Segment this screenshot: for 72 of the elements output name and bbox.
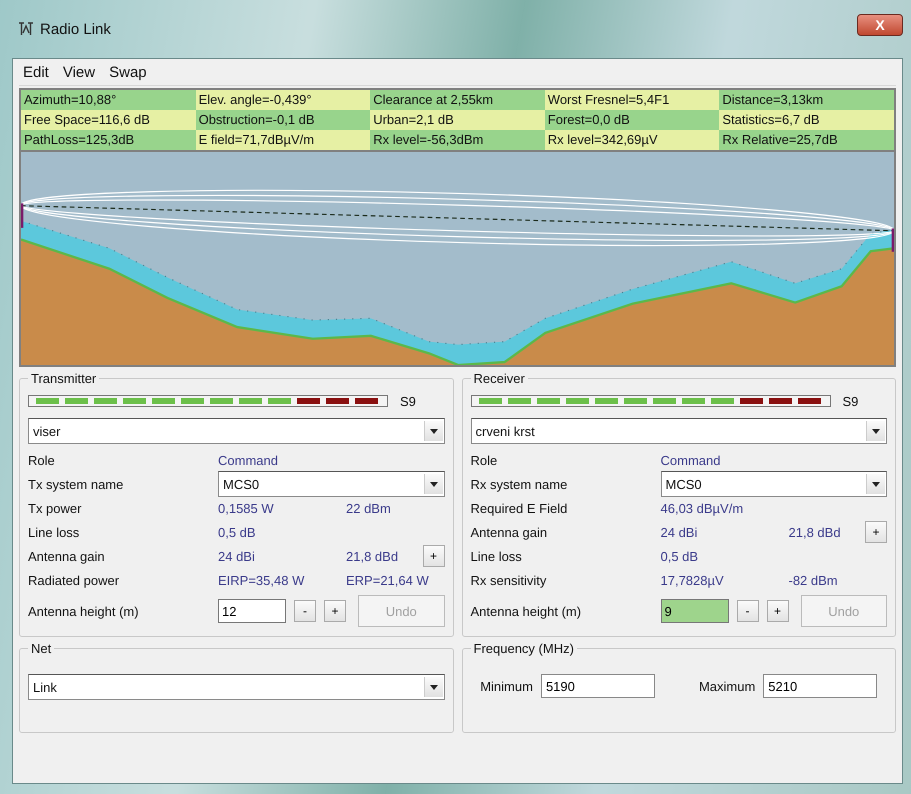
group-title: Net (30, 641, 52, 656)
info-cell: Statistics=6,7 dB (719, 110, 894, 130)
field-label: Tx power (28, 500, 82, 516)
field-label: Rx sensitivity (470, 572, 548, 588)
field-label: Antenna height (m) (28, 604, 140, 618)
field-value: 24 dBi (218, 548, 256, 564)
info-cell: Elev. angle=-0,439° (196, 90, 370, 110)
info-cell: Forest=0,0 dB (544, 110, 720, 130)
field-value: 24 dBi (660, 524, 698, 540)
info-cell: Worst Fresnel=5,4F1 (544, 90, 720, 110)
site-dropdown[interactable]: viser (28, 418, 444, 444)
info-cell: Rx level=-56,3dBm (370, 130, 545, 150)
menu-item[interactable]: View (62, 64, 96, 80)
menu-item[interactable]: Edit (23, 64, 49, 80)
info-cell: Distance=3,13km (719, 90, 894, 110)
field-value: Command (218, 452, 279, 468)
field-value: 22 dBm (346, 500, 392, 516)
system-dropdown[interactable]: MCS0 (660, 471, 887, 497)
field-value: 0,5 dB (218, 524, 257, 540)
info-cell: Free Space=116,6 dB (21, 110, 196, 130)
field-label: Required E Field (470, 500, 568, 516)
info-cell: Clearance at 2,55km (370, 90, 545, 110)
maximum-input[interactable]: 5210 (763, 674, 878, 698)
field-value: 21,8 dBd (346, 548, 400, 564)
plus-button[interactable]: + (766, 600, 788, 622)
antenna-icon (18, 22, 34, 36)
meter-label: S9 (842, 394, 858, 408)
field-label: Line loss (470, 548, 523, 564)
group-title: Transmitter (30, 371, 98, 386)
field-value: 0,5 dB (660, 548, 700, 564)
info-cell: Rx level=342,69µV (544, 130, 720, 150)
field-value: EIRP=35,48 W (218, 572, 306, 588)
plus-button[interactable]: + (324, 600, 346, 622)
field-label: Role (28, 452, 56, 468)
field-value: Command (660, 452, 722, 468)
field-value: 0,1585 W (218, 500, 275, 516)
field-value: 21,8 dBd (788, 524, 842, 540)
antenna-height-input[interactable]: 12 (218, 599, 286, 623)
field-label: Antenna gain (470, 524, 548, 540)
field-label: Maximum (698, 678, 756, 694)
field-label: Role (470, 452, 498, 468)
field-label: Antenna gain (28, 548, 106, 564)
plus-button[interactable]: + (422, 545, 444, 567)
field-label: Rx system name (470, 476, 568, 492)
field-label: Minimum (480, 678, 533, 694)
site-dropdown[interactable]: crveni krst (470, 418, 887, 444)
info-cell: Azimuth=10,88° (21, 90, 196, 110)
menu-item[interactable]: Swap (109, 64, 147, 80)
net-dropdown[interactable]: Link (28, 674, 444, 700)
minus-button[interactable]: - (294, 600, 316, 622)
field-label: Antenna height (m) (470, 604, 582, 618)
antenna-height-input[interactable]: 9 (660, 599, 728, 623)
field-label: Tx system name (28, 476, 124, 492)
field-value: 17,7828µV (660, 572, 725, 588)
info-cell: Urban=2,1 dB (370, 110, 545, 130)
field-label: Radiated power (28, 572, 120, 588)
meter-label: S9 (400, 394, 416, 408)
group-title: Frequency (MHz) (472, 641, 575, 656)
window-title: Radio Link (40, 20, 111, 38)
field-label: Line loss (28, 524, 80, 540)
group-title: Receiver (472, 371, 526, 386)
plus-button[interactable]: + (865, 521, 887, 543)
field-value: -82 dBm (788, 572, 839, 588)
info-cell: Rx Relative=25,7dB (719, 130, 894, 150)
field-value: 46,03 dBµV/m (660, 500, 744, 516)
minimum-input[interactable]: 5190 (540, 674, 655, 698)
info-cell: E field=71,7dBµV/m (196, 130, 370, 150)
field-value: ERP=21,64 W (346, 572, 430, 588)
minus-button[interactable]: - (736, 600, 758, 622)
info-cell: PathLoss=125,3dB (21, 130, 196, 150)
info-cell: Obstruction=-0,1 dB (196, 110, 370, 130)
system-dropdown[interactable]: MCS0 (218, 471, 444, 497)
